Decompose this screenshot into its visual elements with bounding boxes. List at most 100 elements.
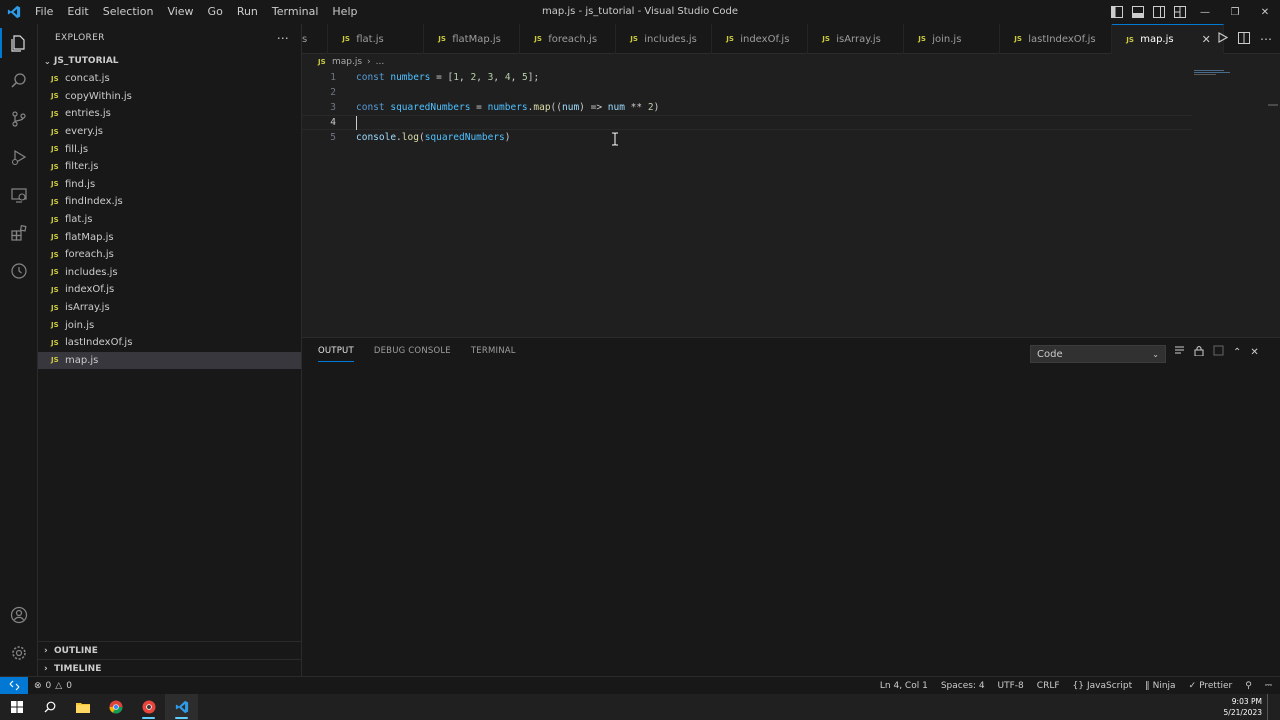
close-panel-icon[interactable]: ✕ (1250, 347, 1258, 358)
folder-js-tutorial[interactable]: ⌄ JS_TUTORIAL (38, 52, 301, 70)
tab-debug-console[interactable]: DEBUG CONSOLE (374, 346, 451, 362)
js-file-icon: JS (51, 127, 59, 136)
editor-actions: ⋯ (1217, 24, 1272, 54)
file-item-flatmap[interactable]: JS flatMap.js (38, 228, 301, 246)
output-channel-select[interactable]: Code ⌄ (1030, 345, 1166, 363)
file-item-every[interactable]: JS every.js (38, 123, 301, 141)
customize-layout-icon[interactable] (1169, 0, 1190, 24)
breadcrumb-file[interactable]: map.js (332, 57, 362, 67)
feedback-icon[interactable]: ⚲ (1245, 681, 1252, 691)
tab-lastindexof[interactable]: JS lastIndexOf.js (1000, 24, 1113, 54)
windows-start-icon[interactable] (0, 694, 33, 720)
run-file-icon[interactable] (1217, 32, 1229, 46)
tab-indexof[interactable]: JS indexOf.js (712, 24, 809, 54)
extensions-icon[interactable] (0, 214, 38, 252)
file-item-join[interactable]: JS join.js (38, 316, 301, 334)
file-item-fill[interactable]: JS fill.js (38, 140, 301, 158)
run-and-debug-icon[interactable] (0, 138, 38, 176)
remote-indicator-icon[interactable] (0, 676, 28, 695)
toggle-secondary-sidebar-icon[interactable] (1148, 0, 1169, 24)
tab-map[interactable]: JS map.js ✕ (1112, 24, 1224, 54)
menu-terminal[interactable]: Terminal (265, 0, 326, 24)
vscode-logo-icon[interactable] (0, 0, 28, 24)
timeline-clock-icon[interactable] (0, 252, 38, 290)
ninja-status[interactable]: ‖ Ninja (1145, 681, 1175, 691)
menu-view[interactable]: View (160, 0, 200, 24)
code-text: const squaredNumbers = numbers.map((num)… (356, 102, 660, 113)
taskbar-search-icon[interactable] (33, 694, 66, 720)
toggle-panel-icon[interactable] (1127, 0, 1148, 24)
tab-terminal[interactable]: TERMINAL (471, 346, 516, 362)
explorer-icon[interactable] (0, 24, 38, 62)
chrome-icon[interactable] (99, 694, 132, 720)
clear-output-icon[interactable] (1174, 345, 1185, 359)
js-file-icon: JS (342, 35, 350, 43)
file-item-isarray[interactable]: JS isArray.js (38, 299, 301, 317)
prettier-status[interactable]: ✓ Prettier (1189, 681, 1233, 691)
outline-section[interactable]: › OUTLINE (38, 641, 302, 659)
file-item-flat[interactable]: JS flat.js (38, 211, 301, 229)
file-item-concat[interactable]: JS concat.js (38, 70, 301, 88)
js-file-icon: JS (51, 233, 59, 242)
close-window-button[interactable]: ✕ (1250, 0, 1280, 24)
split-editor-icon[interactable] (1238, 31, 1250, 47)
more-actions-icon[interactable]: ⋯ (1260, 32, 1272, 46)
toggle-primary-sidebar-icon[interactable] (1106, 0, 1127, 24)
code-editor[interactable]: 1 const numbers = [1, 2, 3, 4, 5]; 2 3 c… (302, 70, 1280, 336)
close-tab-icon[interactable]: ✕ (1202, 33, 1211, 46)
tab-output[interactable]: OUTPUT (318, 346, 354, 362)
show-desktop-button[interactable] (1267, 694, 1277, 720)
encoding[interactable]: UTF-8 (998, 681, 1024, 691)
file-item-foreach[interactable]: JS foreach.js (38, 246, 301, 264)
tab-flat[interactable]: JS flat.js (328, 24, 425, 54)
restore-button[interactable]: ❐ (1220, 0, 1250, 24)
settings-gear-icon[interactable] (0, 634, 38, 672)
tab-includes[interactable]: JS includes.js (616, 24, 713, 54)
language-mode[interactable]: {} JavaScript (1073, 681, 1133, 691)
file-item-map[interactable]: JS map.js (38, 351, 301, 370)
vscode-taskbar-icon[interactable] (165, 694, 198, 720)
menu-go[interactable]: Go (201, 0, 230, 24)
file-item-findindex[interactable]: JS findIndex.js (38, 193, 301, 211)
notifications-bell-icon[interactable]: ⎓ (1265, 681, 1272, 691)
minimize-button[interactable]: — (1190, 0, 1220, 24)
chrome-canary-icon[interactable] (132, 694, 165, 720)
menu-selection[interactable]: Selection (96, 0, 161, 24)
file-item-indexof[interactable]: JS indexOf.js (38, 281, 301, 299)
search-icon[interactable] (0, 62, 38, 100)
file-item-filter[interactable]: JS filter.js (38, 158, 301, 176)
tab-foreach[interactable]: JS foreach.js (520, 24, 617, 54)
file-item-lastindexof[interactable]: JS lastIndexOf.js (38, 334, 301, 352)
timeline-section[interactable]: › TIMELINE (38, 659, 302, 677)
file-item-find[interactable]: JS find.js (38, 176, 301, 194)
menu-edit[interactable]: Edit (60, 0, 95, 24)
tab-join[interactable]: JS join.js (904, 24, 1001, 54)
tab-isarray[interactable]: JS isArray.js (808, 24, 905, 54)
minimap[interactable] (1194, 70, 1264, 82)
lock-scroll-icon[interactable] (1194, 345, 1204, 359)
menu-run[interactable]: Run (230, 0, 265, 24)
js-file-icon: JS (51, 356, 59, 365)
file-item-entries[interactable]: JS entries.js (38, 105, 301, 123)
end-of-line[interactable]: CRLF (1037, 681, 1060, 691)
source-control-icon[interactable] (0, 100, 38, 138)
file-item-copywithin[interactable]: JS copyWithin.js (38, 88, 301, 106)
menu-help[interactable]: Help (325, 0, 364, 24)
cursor-position[interactable]: Ln 4, Col 1 (880, 681, 928, 691)
file-explorer-icon[interactable] (66, 694, 99, 720)
open-output-editor-icon[interactable] (1213, 345, 1224, 359)
indentation[interactable]: Spaces: 4 (941, 681, 985, 691)
menu-file[interactable]: File (28, 0, 60, 24)
scrollbar[interactable] (1268, 104, 1278, 106)
remote-explorer-icon[interactable] (0, 176, 38, 214)
js-file-icon: JS (630, 35, 638, 43)
tab-flatmap[interactable]: JS flatMap.js (424, 24, 521, 54)
more-actions-icon[interactable]: ⋯ (277, 31, 289, 45)
system-clock[interactable]: 9:03 PM 5/21/2023 (1224, 696, 1262, 718)
file-item-includes[interactable]: JS includes.js (38, 264, 301, 282)
maximize-panel-icon[interactable]: ⌃ (1233, 347, 1241, 358)
tab-partial[interactable]: s (302, 24, 329, 54)
problems-indicator[interactable]: ⊗ 0 △ 0 (34, 681, 72, 691)
breadcrumb-symbol[interactable]: ... (376, 57, 385, 67)
accounts-icon[interactable] (0, 596, 38, 634)
